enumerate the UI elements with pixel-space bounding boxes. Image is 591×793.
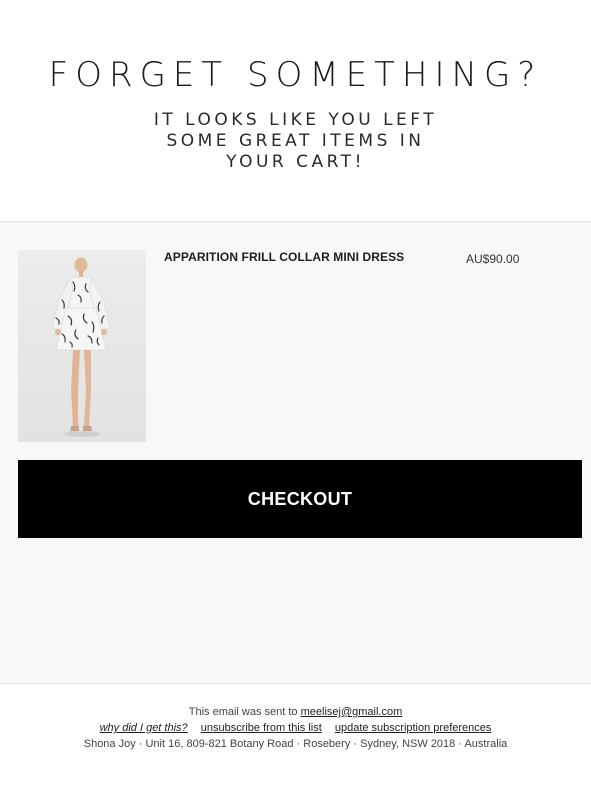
email-page: FORGET SOMETHING? IT LOOKS LIKE YOU LEFT… (0, 0, 591, 793)
email-footer: This email was sent to meelisej@gmail.co… (0, 684, 591, 793)
unsubscribe-link[interactable]: unsubscribe from this list (201, 722, 322, 734)
product-name[interactable]: APPARITION FRILL COLLAR MINI DRESS (164, 250, 404, 264)
headline: FORGET SOMETHING? (48, 55, 543, 95)
update-preferences-link[interactable]: update subscription preferences (335, 722, 492, 734)
sent-to-text: This email was sent to (188, 706, 298, 718)
recipient-email-link[interactable]: meelisej@gmail.com (301, 706, 403, 718)
company-address: Shona Joy · Unit 16, 809-821 Botany Road… (83, 738, 508, 750)
footer-links: why did I get this? unsubscribe from thi… (0, 721, 591, 735)
subheadline: IT LOOKS LIKE YOU LEFT SOME GREAT ITEMS … (0, 110, 591, 173)
product-price: AU$90.00 (466, 252, 520, 266)
cart-section: APPARITION FRILL COLLAR MINI DRESS AU$90… (0, 222, 591, 683)
subheadline-line-2: SOME GREAT ITEMS IN (166, 131, 425, 151)
subheadline-line-3: YOUR CART! (226, 152, 365, 172)
sent-to-line: This email was sent to meelisej@gmail.co… (0, 705, 591, 719)
why-did-i-get-this-link[interactable]: why did I get this? (100, 722, 188, 734)
subheadline-line-1: IT LOOKS LIKE YOU LEFT (153, 110, 438, 130)
product-image[interactable] (18, 250, 146, 442)
checkout-button[interactable]: CHECKOUT (18, 460, 582, 538)
email-header: FORGET SOMETHING? IT LOOKS LIKE YOU LEFT… (0, 0, 591, 222)
